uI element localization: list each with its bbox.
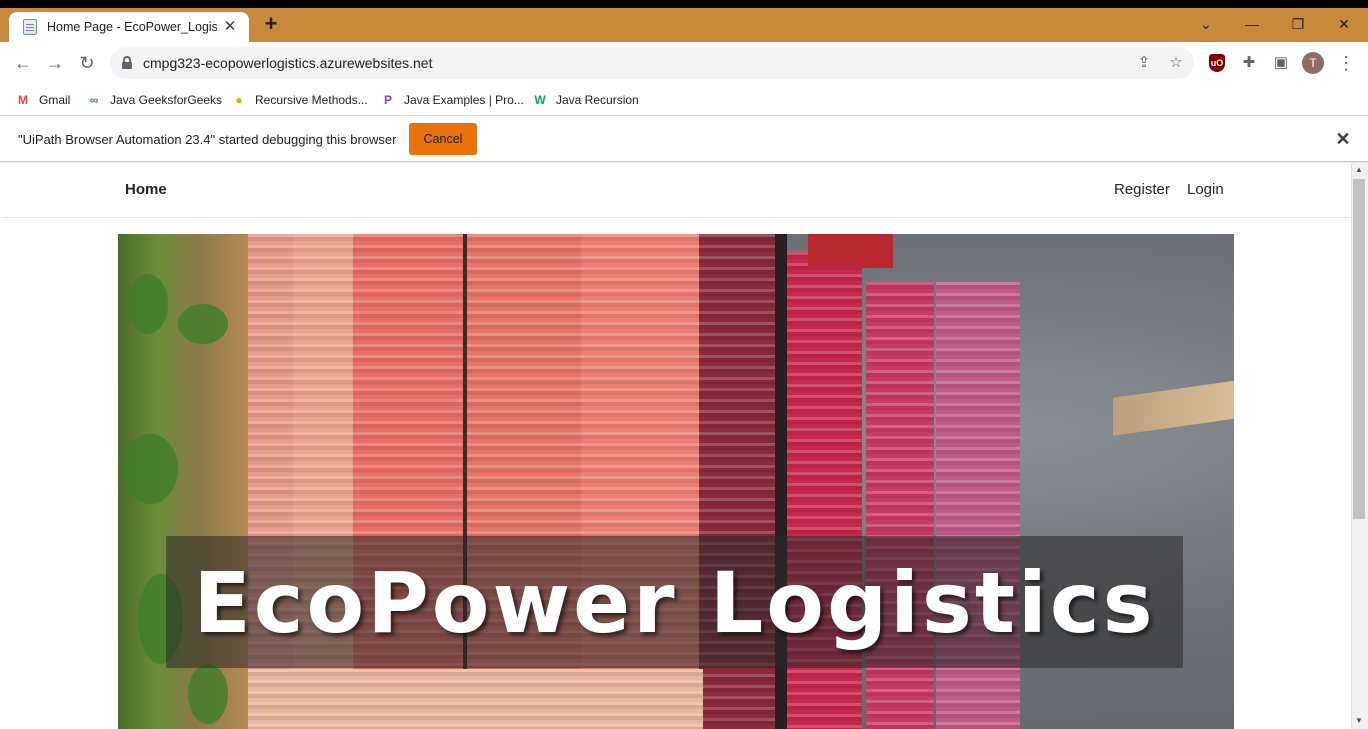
browser-toolbar: ← → ↻ cmpg323-ecopowerlogistics.azureweb… — [0, 42, 1368, 84]
bookmark-label: Java GeeksforGeeks — [110, 93, 223, 107]
bookmark-label: Java Examples | Pro... — [404, 93, 524, 107]
bookmark-label: Gmail — [39, 93, 71, 107]
scroll-down-arrow-icon[interactable]: ▼ — [1354, 716, 1364, 726]
ublock-extension-icon[interactable]: uO — [1209, 54, 1225, 72]
register-link[interactable]: Register — [1114, 181, 1170, 198]
url-text[interactable]: cmpg323-ecopowerlogistics.azurewebsites.… — [143, 55, 432, 71]
hero-banner-image: EcoPower Logistics — [118, 234, 1234, 729]
geeksforgeeks-icon: ∞ — [89, 93, 99, 107]
site-navbar: Home Register Login — [1, 163, 1351, 218]
bookmark-java-geeksforgeeks[interactable]: ∞ Java GeeksforGeeks — [86, 91, 222, 109]
forward-button[interactable]: → — [43, 51, 67, 75]
scrollbar-thumb[interactable] — [1353, 179, 1365, 519]
hero-title: EcoPower Logistics — [193, 554, 1156, 652]
w3schools-icon: W — [534, 93, 546, 107]
debugging-infobar: "UiPath Browser Automation 23.4" started… — [0, 117, 1368, 162]
home-brand-link[interactable]: Home — [125, 181, 167, 198]
minimize-button[interactable]: — — [1229, 11, 1275, 37]
bookmark-star-icon[interactable]: ☆ — [1166, 53, 1186, 73]
bookmark-label: Java Recursion — [556, 93, 639, 107]
recursive-methods-icon: ● — [235, 93, 243, 107]
close-window-button[interactable]: ✕ — [1321, 11, 1367, 37]
bookmark-gmail[interactable]: M Gmail — [15, 91, 70, 109]
scroll-up-arrow-icon[interactable]: ▲ — [1354, 165, 1364, 175]
light-patch — [1113, 380, 1234, 436]
gmail-icon: M — [18, 93, 28, 107]
browser-window: Home Page - EcoPower_Logistic ✕ + ⌄ — ❐ … — [0, 0, 1368, 729]
programiz-icon: P — [383, 93, 392, 107]
back-button[interactable]: ← — [11, 51, 35, 75]
tab-search-button[interactable]: ⌄ — [1183, 11, 1229, 37]
profile-avatar[interactable]: T — [1302, 52, 1324, 74]
debugging-message: "UiPath Browser Automation 23.4" started… — [18, 132, 397, 147]
tab-home-page[interactable]: Home Page - EcoPower_Logistic ✕ — [9, 12, 249, 42]
cancel-debugging-button[interactable]: Cancel — [409, 123, 477, 155]
browser-menu-icon[interactable]: ⋮ — [1336, 52, 1356, 74]
lock-icon[interactable] — [122, 56, 132, 69]
hero-title-band: EcoPower Logistics — [166, 536, 1183, 668]
reload-button[interactable]: ↻ — [75, 51, 99, 75]
bookmarks-bar: M Gmail ∞ Java GeeksforGeeks ● Recursive… — [0, 84, 1368, 116]
tab-title: Home Page - EcoPower_Logistic — [47, 20, 217, 34]
bookmark-java-recursion[interactable]: W Java Recursion — [532, 91, 639, 109]
container-bottom-row — [248, 669, 703, 729]
new-tab-button[interactable]: + — [260, 13, 282, 35]
bookmark-label: Recursive Methods... — [255, 93, 368, 107]
bookmark-java-examples[interactable]: P Java Examples | Pro... — [380, 91, 524, 109]
infobar-close-icon[interactable]: ✕ — [1333, 128, 1353, 150]
title-bar: Home Page - EcoPower_Logistic ✕ + ⌄ — ❐ … — [0, 0, 1368, 42]
extensions-puzzle-icon[interactable]: ✚ — [1238, 52, 1260, 74]
restore-button[interactable]: ❐ — [1275, 11, 1321, 37]
bookmark-recursive-methods[interactable]: ● Recursive Methods... — [231, 91, 368, 109]
side-panel-icon[interactable]: ▣ — [1270, 52, 1292, 74]
page-viewport: Home Register Login EcoPower Logistics — [1, 163, 1351, 729]
tab-close-icon[interactable]: ✕ — [221, 18, 239, 36]
address-bar[interactable]: cmpg323-ecopowerlogistics.azurewebsites.… — [110, 47, 1194, 79]
share-icon[interactable]: ⇪ — [1134, 53, 1154, 73]
login-link[interactable]: Login — [1187, 181, 1224, 198]
page-favicon-icon — [23, 19, 37, 35]
